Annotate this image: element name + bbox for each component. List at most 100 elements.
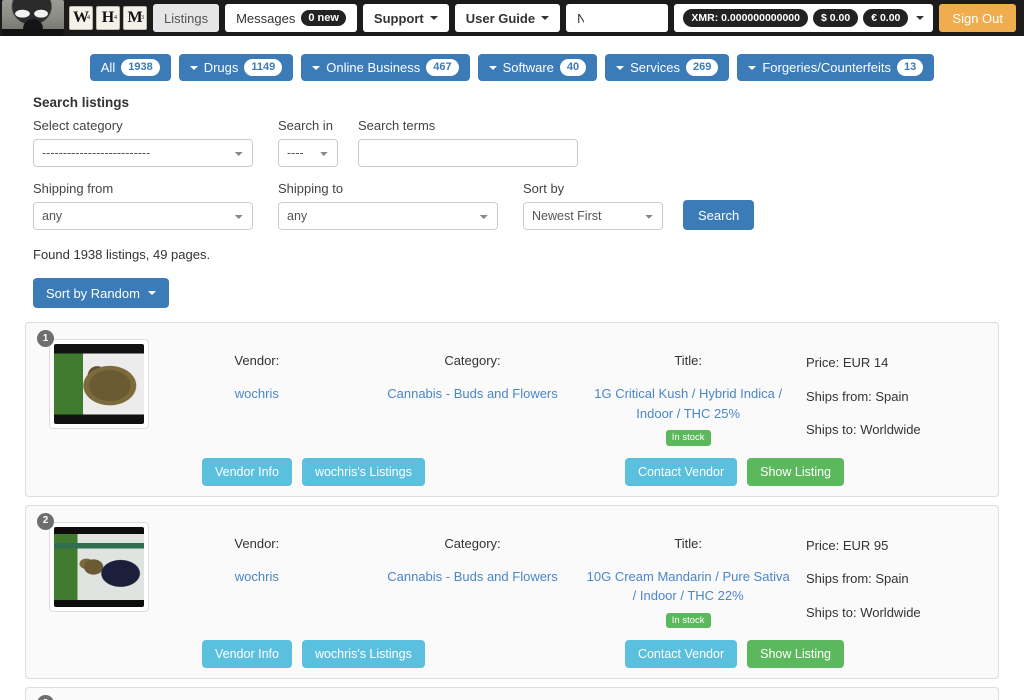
top-navbar: W4 H4 M3 Listings Messages 0 new Support… <box>0 0 1024 36</box>
sign-out-button[interactable]: Sign Out <box>939 4 1016 32</box>
navbar-right-group: XMR: 0.000000000000 $ 0.00 € 0.00 Sign O… <box>584 4 1016 32</box>
chevron-down-icon <box>616 65 625 70</box>
category-link[interactable]: Cannabis - Buds and Flowers <box>371 384 575 404</box>
price-text: Price: EUR 14 <box>806 355 889 370</box>
sort-by-label: Sort by <box>523 181 565 196</box>
vendor-info-button[interactable]: Vendor Info <box>202 457 292 486</box>
vendor-link[interactable]: wochris <box>155 384 359 404</box>
category-tab-drugs[interactable]: Drugs 1149 <box>178 54 294 81</box>
product-image <box>54 344 144 424</box>
title-label: Title: <box>674 535 703 551</box>
listing-thumbnail[interactable] <box>49 339 149 429</box>
show-listing-button[interactable]: Show Listing <box>747 457 844 486</box>
category-tab-all[interactable]: All 1938 <box>89 54 171 81</box>
listing-title-link[interactable]: 1G Critical Kush / Hybrid Indica / Indoo… <box>586 384 790 423</box>
search-in-select[interactable]: ---- <box>278 139 338 167</box>
listing-category-column: Category: Cannabis - Buds and Flowers <box>365 522 581 587</box>
category-link[interactable]: Cannabis - Buds and Flowers <box>371 567 575 587</box>
category-tab-online-business[interactable]: Online Business 467 <box>301 54 470 81</box>
contact-vendor-button[interactable]: Contact Vendor <box>624 457 738 486</box>
category-tab-label: All <box>100 60 116 75</box>
site-logo[interactable]: W4 H4 M3 <box>0 0 147 36</box>
nav-item-messages[interactable]: Messages 0 new <box>225 4 357 32</box>
search-terms-label: Search terms <box>358 118 436 133</box>
ships-from-text: Ships from: Spain <box>806 571 909 586</box>
heisenberg-face-icon <box>2 0 64 36</box>
listing-card[interactable]: 3 Vendor: greensupreme Category: Stimula… <box>25 687 999 700</box>
listing-card[interactable]: 1 Vendor: wochris Category: Cannabis - B… <box>25 322 999 497</box>
nav-item-label: Messages <box>236 10 296 26</box>
chevron-down-icon <box>748 65 757 70</box>
category-tab-label: Online Business <box>326 60 421 75</box>
category-tab-services[interactable]: Services 269 <box>605 54 730 81</box>
price-text: Price: EUR 95 <box>806 537 889 553</box>
usd-balance-badge: $ 0.00 <box>813 9 859 27</box>
listing-card[interactable]: 2 Vendor: wochris Category: Cannabis - B… <box>25 504 999 679</box>
category-tab-count: 1149 <box>244 59 283 76</box>
select-category-label: Select category <box>33 118 123 133</box>
tile-h: H4 <box>96 6 120 30</box>
shipping-from-field: Shipping from any <box>33 181 253 230</box>
listing-card-body: Vendor: wochris Category: Cannabis - Bud… <box>38 521 986 628</box>
product-image <box>54 526 144 607</box>
vendor-actions: Vendor Info wochris's Listings <box>202 640 425 668</box>
chevron-down-icon <box>189 65 198 70</box>
listing-actions: Vendor Info wochris's Listings Contact V… <box>38 457 986 486</box>
nav-item-user-guide[interactable]: User Guide <box>454 4 561 32</box>
listing-title-link[interactable]: 10G Cream Mandarin / Pure Sativa / Indoo… <box>586 567 790 606</box>
listing-thumbnail[interactable] <box>49 521 149 612</box>
chevron-down-icon <box>488 65 497 70</box>
shipping-from-label: Shipping from <box>33 181 114 196</box>
chevron-down-icon <box>312 65 321 70</box>
vendor-link[interactable]: wochris <box>155 567 359 587</box>
nav-item-label: User Guide <box>465 10 536 26</box>
ships-to-text: Ships to: Worldwide <box>806 422 921 437</box>
listing-actions-right: Contact Vendor Show Listing <box>624 457 844 486</box>
listing-index-badge: 2 <box>37 512 54 530</box>
sort-by-select[interactable]: Newest First <box>523 202 663 230</box>
status-badge: In stock <box>665 430 711 446</box>
nav-item-label: Support <box>373 10 424 26</box>
vendor-label: Vendor: <box>234 353 280 368</box>
search-form-row-2: Shipping from any Shipping to any Sort b… <box>33 181 999 230</box>
search-terms-input[interactable] <box>358 139 578 167</box>
search-button[interactable]: Search <box>683 200 755 230</box>
listing-index-badge: 3 <box>37 695 54 700</box>
category-tab-count: 269 <box>686 59 719 76</box>
category-tab-forgeries-counterfeits[interactable]: Forgeries/Counterfeits 13 <box>737 54 935 81</box>
show-listing-button[interactable]: Show Listing <box>747 640 844 668</box>
chevron-down-icon <box>916 16 925 20</box>
category-tab-label: Forgeries/Counterfeits <box>762 60 891 75</box>
shipping-from-select[interactable]: any <box>33 202 253 230</box>
shipping-to-label: Shipping to <box>278 181 344 196</box>
chevron-down-icon <box>147 291 156 295</box>
xmr-balance-badge: XMR: 0.000000000000 <box>683 9 808 27</box>
tile-w: W4 <box>69 6 93 30</box>
nav-item-listings[interactable]: Listings <box>153 4 220 32</box>
ships-from-text: Ships from: Spain <box>806 388 909 404</box>
balance-dropdown[interactable]: XMR: 0.000000000000 $ 0.00 € 0.00 <box>674 4 934 32</box>
nav-item-support[interactable]: Support <box>362 4 449 32</box>
category-label: Category: <box>444 353 501 368</box>
contact-vendor-button[interactable]: Contact Vendor <box>624 640 738 668</box>
navbar-search-input[interactable] <box>584 4 669 32</box>
category-tab-bar: All 1938 Drugs 1149 Online Business 467 … <box>0 36 1024 89</box>
shipping-to-select[interactable]: any <box>278 202 498 230</box>
category-select[interactable]: -------------------------- <box>33 139 253 167</box>
category-tab-software[interactable]: Software 40 <box>477 54 598 81</box>
listing-price-column: Price: EUR 95 Ships from: Spain Ships to… <box>796 522 986 623</box>
vendor-listings-button[interactable]: wochris's Listings <box>301 640 425 668</box>
listing-card-body: Vendor: wochris Category: Cannabis - Bud… <box>38 339 986 446</box>
chevron-down-icon <box>429 16 438 20</box>
listing-actions-right: Contact Vendor Show Listing <box>624 640 844 668</box>
category-tab-label: Services <box>630 60 680 75</box>
vendor-listings-button[interactable]: wochris's Listings <box>301 457 425 486</box>
chevron-down-icon <box>541 16 550 20</box>
eur-balance-badge: € 0.00 <box>863 9 909 27</box>
listing-title-column: Title: 1G Critical Kush / Hybrid Indica … <box>580 339 796 446</box>
category-tab-count: 40 <box>559 59 587 76</box>
sort-by-random-button[interactable]: Sort by Random <box>33 278 169 308</box>
listing-vendor-column: Vendor: wochris <box>149 339 365 404</box>
vendor-info-button[interactable]: Vendor Info <box>202 640 292 668</box>
search-listings-heading: Search listings <box>33 95 130 110</box>
